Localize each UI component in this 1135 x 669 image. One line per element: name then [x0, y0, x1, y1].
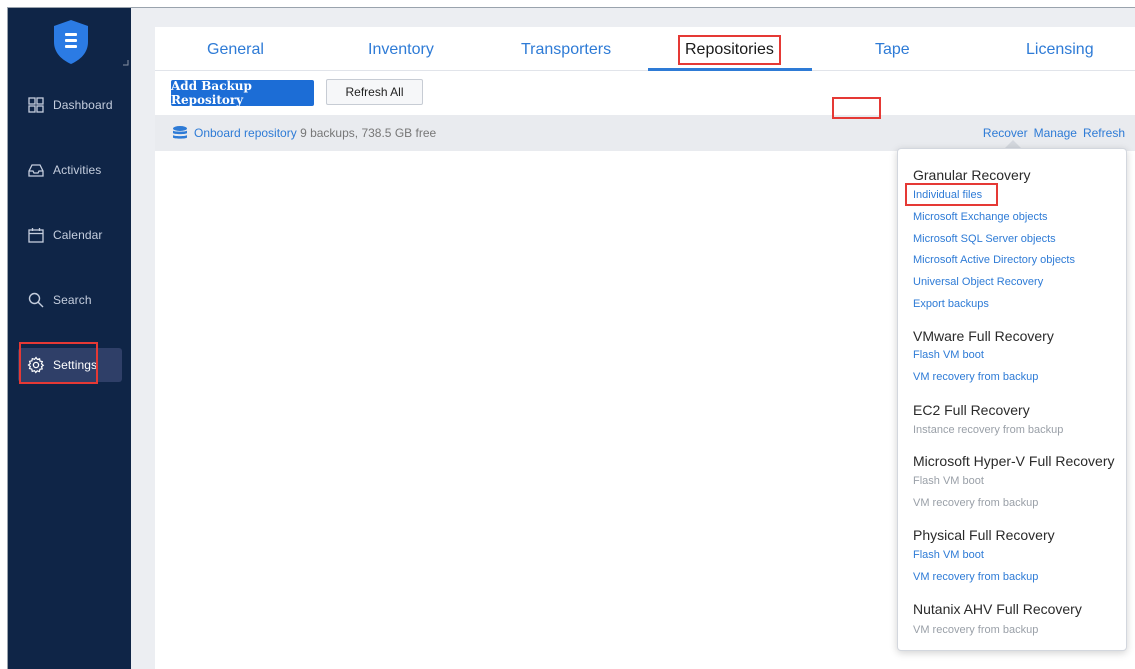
- tab-tape[interactable]: Tape: [875, 41, 910, 59]
- section-title-granular: Granular Recovery: [913, 167, 1031, 183]
- repository-name[interactable]: Onboard repository 9 backups, 738.5 GB f…: [194, 126, 436, 140]
- sidebar-item-label: Dashboard: [53, 98, 113, 112]
- individual-files-highlight-box: [905, 183, 998, 206]
- section-title-hyperv: Microsoft Hyper-V Full Recovery: [913, 453, 1115, 469]
- menu-item-ec2-instance-recovery: Instance recovery from backup: [913, 424, 1064, 436]
- calendar-icon: [25, 224, 47, 246]
- toolbar: Add Backup Repository Refresh All: [155, 72, 1135, 114]
- sidebar: Dashboard Activities Calendar Search Set…: [8, 8, 131, 669]
- sidebar-item-label: Activities: [53, 163, 102, 177]
- inbox-icon: [25, 159, 47, 181]
- menu-item-export-backups[interactable]: Export backups: [913, 298, 989, 310]
- menu-item-vmware-flash-boot[interactable]: Flash VM boot: [913, 349, 984, 361]
- section-title-nutanix: Nutanix AHV Full Recovery: [913, 601, 1082, 617]
- refresh-all-button[interactable]: Refresh All: [326, 79, 423, 105]
- dashboard-icon: [25, 94, 47, 116]
- menu-item-active-directory-objects[interactable]: Microsoft Active Directory objects: [913, 254, 1075, 266]
- tab-general[interactable]: General: [207, 41, 264, 59]
- database-icon: [173, 126, 187, 139]
- active-tab-indicator: [648, 68, 812, 71]
- section-title-vmware: VMware Full Recovery: [913, 328, 1054, 344]
- tab-bar: General Inventory Transporters Repositor…: [155, 27, 1135, 71]
- recover-link[interactable]: Recover: [983, 126, 1028, 140]
- sidebar-item-search[interactable]: Search: [18, 283, 122, 317]
- add-backup-repository-button[interactable]: Add Backup Repository: [171, 79, 314, 107]
- shield-logo-icon[interactable]: [51, 18, 91, 66]
- collapse-corner-icon[interactable]: [123, 60, 129, 66]
- tab-transporters[interactable]: Transporters: [521, 41, 611, 59]
- menu-item-nutanix-vm-recovery: VM recovery from backup: [913, 624, 1039, 636]
- tab-inventory[interactable]: Inventory: [368, 41, 434, 59]
- menu-item-sql-server-objects[interactable]: Microsoft SQL Server objects: [913, 233, 1056, 245]
- repository-actions: Recover Manage Refresh: [983, 126, 1125, 140]
- recover-dropdown-menu: Granular Recovery Individual files Micro…: [897, 148, 1127, 651]
- sidebar-item-calendar[interactable]: Calendar: [18, 218, 122, 252]
- menu-item-exchange-objects[interactable]: Microsoft Exchange objects: [913, 211, 1048, 223]
- refresh-link[interactable]: Refresh: [1083, 126, 1125, 140]
- menu-item-physical-flash-boot[interactable]: Flash VM boot: [913, 549, 984, 561]
- repository-name-text[interactable]: Onboard repository: [194, 126, 297, 140]
- sidebar-item-label: Search: [53, 293, 92, 307]
- repository-meta: 9 backups, 738.5 GB free: [300, 126, 437, 140]
- section-title-ec2: EC2 Full Recovery: [913, 402, 1030, 418]
- repositories-highlight-box: [678, 35, 781, 65]
- menu-item-vmware-vm-recovery[interactable]: VM recovery from backup: [913, 371, 1038, 383]
- settings-highlight-box: [19, 342, 98, 384]
- manage-link[interactable]: Manage: [1034, 126, 1077, 140]
- tab-licensing[interactable]: Licensing: [1026, 41, 1094, 59]
- menu-item-hyperv-flash-boot: Flash VM boot: [913, 475, 984, 487]
- sidebar-item-activities[interactable]: Activities: [18, 153, 122, 187]
- menu-item-hyperv-vm-recovery: VM recovery from backup: [913, 497, 1039, 509]
- section-title-physical: Physical Full Recovery: [913, 527, 1055, 543]
- menu-item-physical-vm-recovery[interactable]: VM recovery from backup: [913, 571, 1038, 583]
- recover-highlight-box: [832, 97, 881, 119]
- sidebar-item-label: Calendar: [53, 228, 103, 242]
- sidebar-item-dashboard[interactable]: Dashboard: [18, 88, 122, 122]
- repository-row[interactable]: Onboard repository 9 backups, 738.5 GB f…: [155, 115, 1135, 151]
- menu-item-universal-object-recovery[interactable]: Universal Object Recovery: [913, 276, 1043, 288]
- search-icon: [25, 289, 47, 311]
